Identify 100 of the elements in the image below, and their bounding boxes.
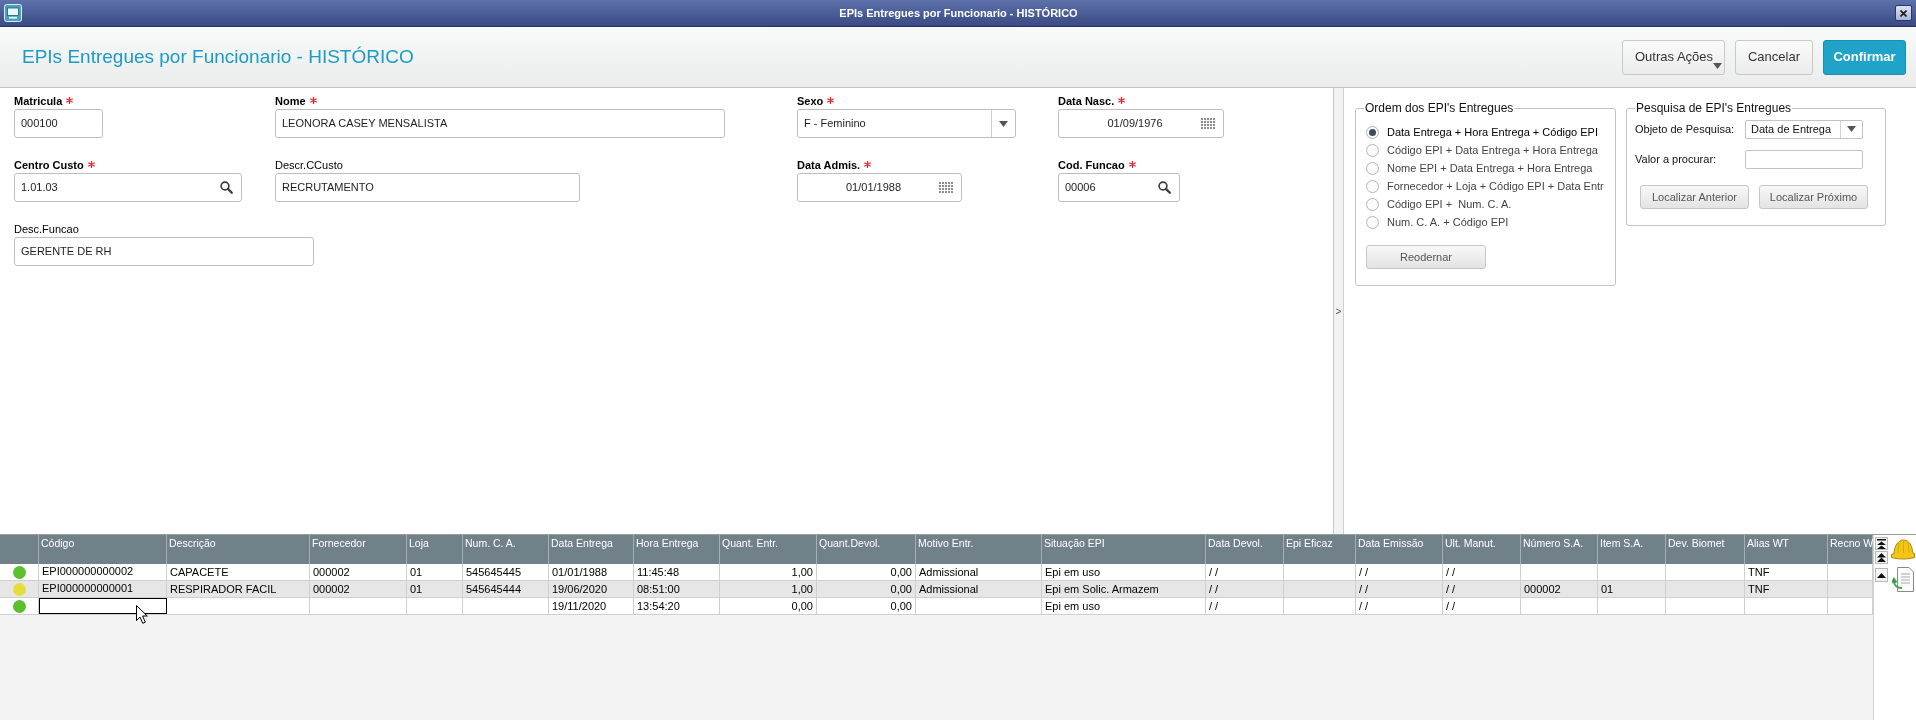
search-icon[interactable]	[220, 181, 233, 194]
active-cell[interactable]	[39, 598, 167, 614]
field-label: Matricula	[14, 95, 63, 108]
mouse-pointer-icon	[136, 605, 148, 624]
field-label: Sexo	[797, 95, 824, 108]
window-title: EPIs Entregues por Funcionario - HISTÓRICO	[838, 5, 1079, 21]
field-label: Descr.CCusto	[275, 159, 343, 172]
app-icon[interactable]	[4, 4, 22, 22]
caret-icon	[1847, 126, 1856, 132]
radio-icon[interactable]	[1366, 179, 1379, 193]
field-label: Valor a procurar:	[1635, 151, 1718, 167]
radio-icon[interactable]	[1366, 125, 1379, 139]
radio-icon[interactable]	[1366, 143, 1379, 157]
radio-option[interactable]: Código EPI + Num. C. A.	[1366, 195, 1607, 213]
table-cell: / /	[1356, 581, 1443, 597]
table-cell: / /	[1356, 564, 1443, 580]
table-cell: / /	[1206, 564, 1284, 580]
radio-option[interactable]: Fornecedor + Loja + Código EPI + Data Entr	[1366, 177, 1607, 195]
table-cell: 11:45:48	[634, 564, 720, 580]
lookup-field[interactable]: 00006	[1058, 173, 1180, 202]
table-cell: 0,00	[817, 564, 916, 580]
search-icon[interactable]	[1158, 181, 1171, 194]
select-field[interactable]: Data de Entrega	[1745, 119, 1863, 139]
group-title: Ordem dos EPI's Entregues	[1364, 100, 1515, 117]
calendar-icon[interactable]	[939, 182, 953, 193]
select-field[interactable]: F - Feminino	[797, 109, 1016, 138]
close-icon	[1900, 9, 1907, 17]
menu-button[interactable]: Outras Ações	[1622, 39, 1725, 75]
table-row[interactable]: EPI000000000002 CAPACETE 000002 01 545645445 01/01/1988 11:45:48 1,00 0,00 Admissional Epi em uso / / / / / / TNF	[0, 564, 1873, 581]
calendar-icon[interactable]	[1201, 118, 1215, 129]
table-cell: Epi em Solic. Armazem	[1042, 581, 1206, 597]
page-title: EPIs Entregues por Funcionario - HISTÓRICO	[22, 44, 414, 69]
table-cell: 08:51:00	[634, 581, 720, 597]
table-cell: Admissional	[916, 581, 1042, 597]
table-cell: TNF	[1745, 581, 1828, 597]
group-title: Pesquisa de EPI's Entregues	[1635, 100, 1793, 117]
input-field[interactable]	[1745, 149, 1863, 169]
arrow-up-icon	[1877, 572, 1886, 578]
table-cell: RESPIRADOR FACIL	[167, 581, 310, 597]
table-cell: 19/11/2020	[549, 598, 634, 614]
table-cell: 000002	[1521, 581, 1598, 597]
table-cell: Admissional	[916, 564, 1042, 580]
table-cell: Epi em uso	[1042, 564, 1206, 580]
radio-icon[interactable]	[1366, 197, 1379, 211]
table-cell: TNF	[1745, 564, 1828, 580]
table-cell: / /	[1443, 564, 1521, 580]
table-cell: 01	[407, 564, 463, 580]
table-row[interactable]: EPI000000000001 RESPIRADOR FACIL 000002 01 545645444 19/06/2020 08:51:00 1,00 0,00 Admissional Epi em Solic. Armazem / / / / / / 000002 01 TNF	[0, 581, 1873, 598]
table-cell: 0,00	[817, 581, 916, 597]
table-cell: 13:54:20	[634, 598, 720, 614]
field-label: Nome	[275, 95, 306, 108]
lookup-field[interactable]: 1.01.03	[14, 173, 242, 202]
table-cell: / /	[1206, 581, 1284, 597]
table-cell: 545645444	[463, 581, 549, 597]
radio-option[interactable]: Nome EPI + Data Entrega + Hora Entrega	[1366, 159, 1607, 177]
table-row[interactable]: 19/11/2020 13:54:20 0,00 0,00 Epi em uso / / / / / /	[0, 598, 1873, 615]
table-cell: / /	[1356, 598, 1443, 614]
table-cell: 0,00	[720, 598, 817, 614]
date-field[interactable]: 01/09/1976	[1058, 109, 1224, 138]
arrow-up-bar-icon	[1877, 538, 1886, 549]
radio-option[interactable]: Data Entrega + Hora Entrega + Código EPI	[1366, 123, 1607, 141]
close-button[interactable]	[1895, 5, 1912, 21]
splitter-handle[interactable]: >	[1334, 88, 1344, 534]
text-field[interactable]: LEONORA CASEY MENSALISTA	[275, 109, 725, 138]
table-cell: 01	[1598, 581, 1666, 597]
table-cell: 01	[407, 581, 463, 597]
table-cell: EPI000000000001	[39, 581, 167, 597]
table-cell: 1,00	[720, 581, 817, 597]
table-cell: / /	[1443, 581, 1521, 597]
field-label: Data Nasc.	[1058, 95, 1115, 108]
radio-icon[interactable]	[1366, 215, 1379, 229]
caret-icon	[999, 120, 1008, 127]
action-button[interactable]: Reodernar	[1366, 245, 1486, 269]
text-field[interactable]: RECRUTAMENTO	[275, 173, 580, 202]
table-cell: 0,00	[817, 598, 916, 614]
field-label: Cod. Funcao	[1058, 159, 1125, 172]
caret-icon	[1713, 62, 1723, 69]
field-label: Centro Custo	[14, 159, 84, 172]
scroll-up-button[interactable]	[1875, 568, 1888, 582]
field-label: Desc.Funcao	[14, 223, 79, 236]
scroll-top-button[interactable]	[1875, 537, 1888, 550]
radio-option[interactable]: Código EPI + Data Entrega + Hora Entrega	[1366, 141, 1607, 159]
radio-icon[interactable]	[1366, 161, 1379, 175]
date-field[interactable]: 01/01/1988	[797, 173, 962, 202]
action-button[interactable]: Localizar Anterior	[1640, 185, 1749, 209]
table-cell: 1,00	[720, 564, 817, 580]
action-button[interactable]: Cancelar	[1735, 39, 1813, 75]
page-up-button[interactable]	[1875, 551, 1888, 564]
field-label: Data Admis.	[797, 159, 861, 172]
table-cell: / /	[1443, 598, 1521, 614]
action-button[interactable]: Localizar Próximo	[1759, 185, 1868, 209]
text-field[interactable]: GERENTE DE RH	[14, 237, 314, 266]
text-field[interactable]: 000100	[14, 109, 103, 138]
table-cell: 19/06/2020	[549, 581, 634, 597]
table-cell: 545645445	[463, 564, 549, 580]
table-cell: 01/01/1988	[549, 564, 634, 580]
field-label: Objeto de Pesquisa:	[1635, 121, 1736, 137]
radio-option[interactable]: Num. C. A. + Código EPI	[1366, 213, 1607, 231]
table-cell: 000002	[310, 564, 407, 580]
table-cell: / /	[1206, 598, 1284, 614]
